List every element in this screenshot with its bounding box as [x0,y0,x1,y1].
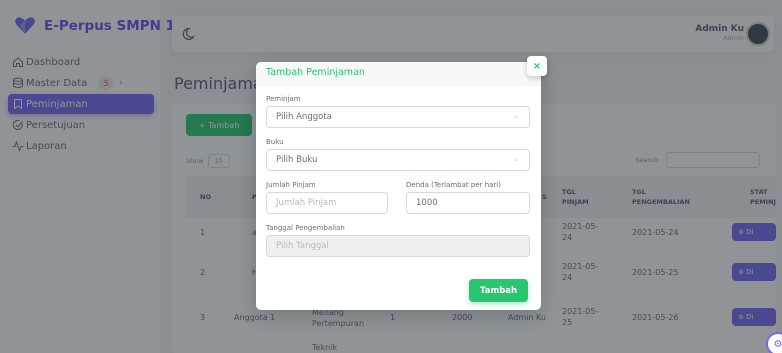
jumlah-label: Jumlah Pinjam [266,181,316,189]
buku-label: Buku [266,138,284,146]
peminjam-select-value: Pilih Anggota [276,112,332,122]
denda-input[interactable]: 1000 [406,192,530,214]
buku-select-value: Pilih Buku [276,155,318,165]
add-loan-modal: Tambah Peminjaman × Peminjam Pilih Anggo… [256,56,547,310]
close-icon[interactable]: × [527,56,547,76]
chevron-down-icon: ⌄ [513,155,519,163]
modal-header: Tambah Peminjaman [256,62,541,86]
jumlah-input[interactable]: Jumlah Pinjam [266,192,388,214]
tanggal-label: Tanggal Pengembalian [266,224,345,232]
peminjam-select[interactable]: Pilih Anggota ⌄ [266,106,530,128]
chevron-down-icon: ⌄ [513,112,519,120]
peminjam-label: Peminjam [266,95,301,103]
buku-select[interactable]: Pilih Buku ⌄ [266,149,530,171]
submit-button[interactable]: Tambah [469,279,528,302]
denda-label: Denda (Terlambat per hari) [406,181,501,189]
settings-fab-icon[interactable]: ⚙ [766,332,782,353]
tanggal-input[interactable]: Pilih Tanggal [266,235,530,257]
modal-title: Tambah Peminjaman [266,67,365,78]
